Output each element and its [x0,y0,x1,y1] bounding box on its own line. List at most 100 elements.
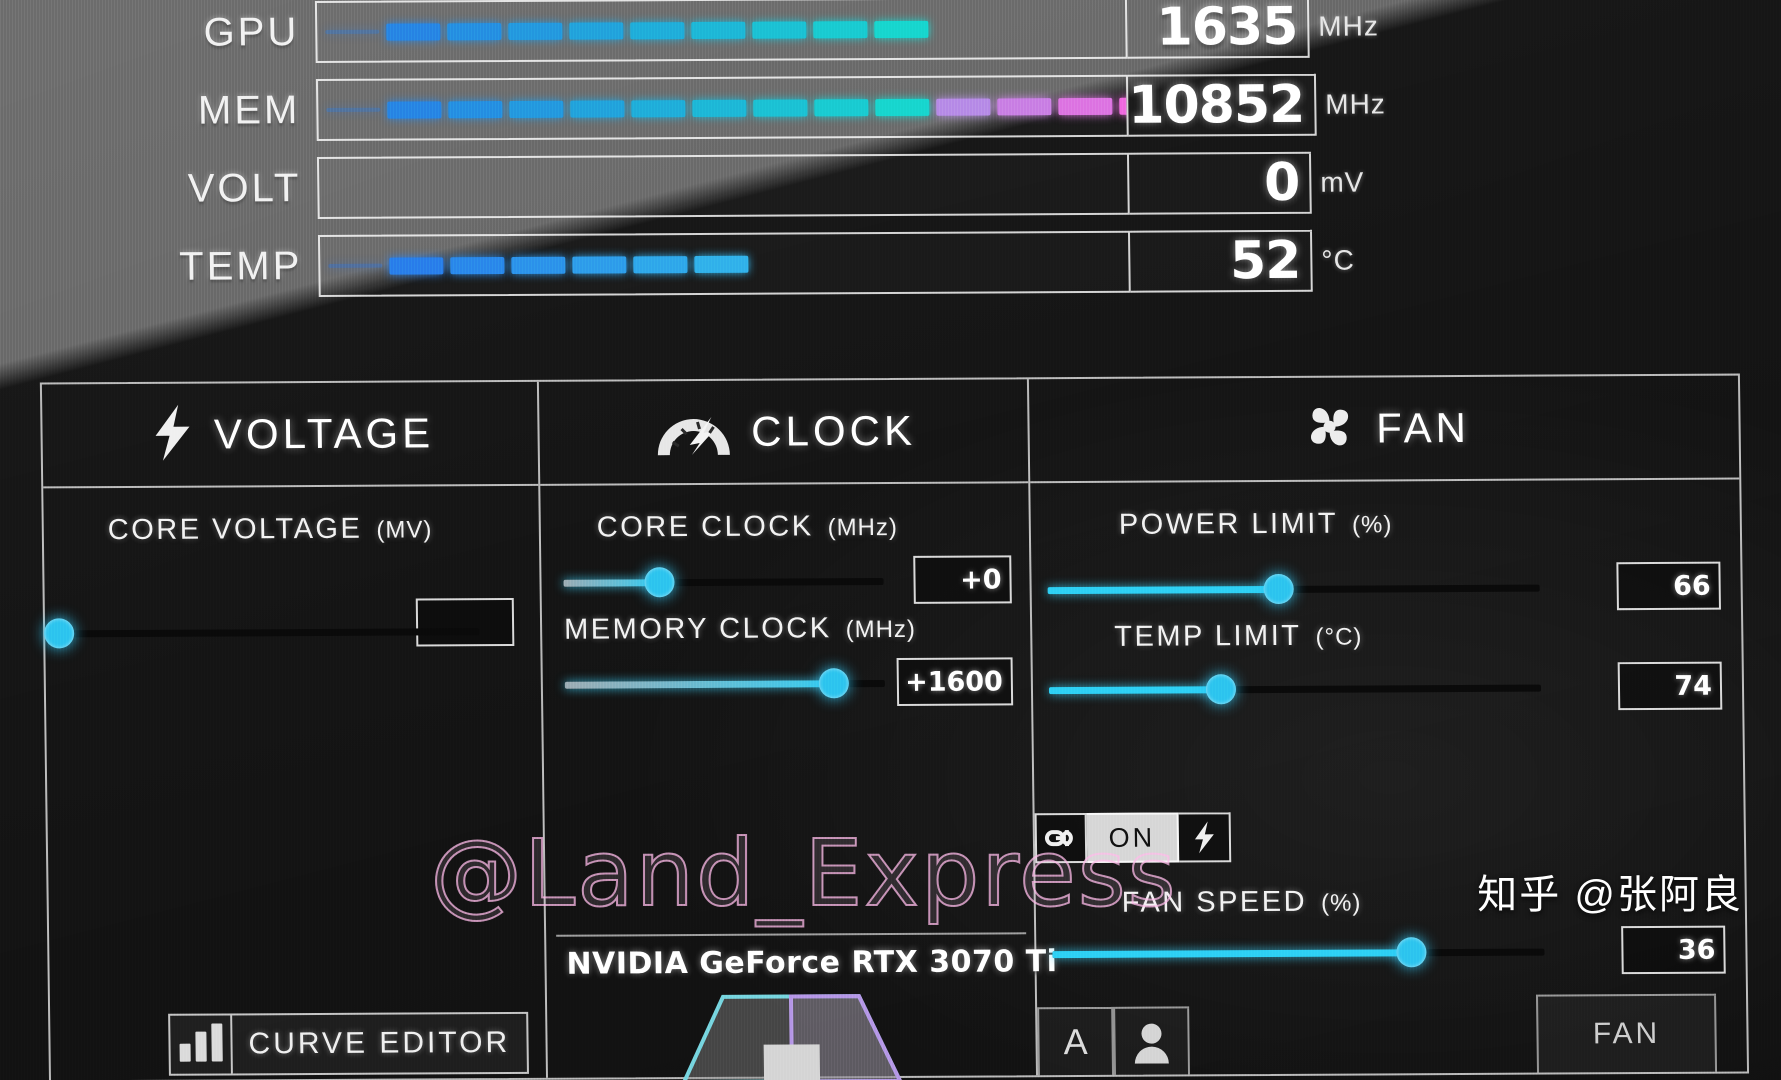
core-voltage-knob[interactable] [43,618,75,649]
curve-editor-label: CURVE EDITOR [248,1025,511,1061]
core-clock-track[interactable] [563,567,884,598]
monitor-bar-segment [508,22,563,40]
core-clock-value-box[interactable]: +0 [913,555,1012,604]
monitor-bar-segment [386,22,441,41]
core-clock-slider[interactable] [563,566,884,598]
monitor-bar-segment [447,22,502,40]
panel-clock: CLOCK CORE CLOCK (MHz) +0 MEMORY CLOCK (… [538,379,1058,1080]
monitor-bar-segment [875,98,930,116]
monitoring-rows: GPU 1635 MHz MEM 10852 MHz VOLT 0 mV TEM… [0,0,1577,309]
fan-speed-value-box[interactable]: 36 [1621,925,1726,975]
monitor-bar-segment [326,107,381,112]
memory-clock-unit: (MHz) [845,615,917,644]
core-voltage-label: CORE VOLTAGE [107,512,363,547]
monitor-bar-segment [692,99,747,117]
monitor-bar-segment [569,21,624,40]
monitor-bar-segment [1058,97,1113,115]
monitor-value-box-mem: 10852 [1127,73,1317,137]
fan-speed-slider[interactable] [1052,937,1545,970]
monitor-unit-volt: mV [1320,166,1365,198]
monitor-bar-segment [572,255,627,274]
monitor-value-mem: 10852 [1127,74,1305,136]
monitor-bar-segment [509,100,564,118]
chain-link-icon[interactable] [1034,812,1088,864]
monitor-bar-segment [1119,97,1129,115]
memory-clock-label-row: MEMORY CLOCK (MHz) [564,612,916,647]
memory-clock-slider[interactable] [564,668,885,700]
power-limit-slider[interactable] [1047,573,1540,606]
temp-limit-value-box[interactable]: 74 [1617,661,1723,711]
monitor-bar-segment [813,20,868,38]
bar-chart-icon [170,1015,233,1074]
monitor-bar-segment [389,256,444,275]
monitor-value-box-gpu: 1635 [1126,0,1310,59]
panel-voltage-header: VOLTAGE [41,381,539,489]
temp-limit-track[interactable] [1048,674,1542,705]
panel-clock-title: CLOCK [750,406,917,455]
fan-speed-unit: (%) [1320,889,1362,917]
fan-bottom-buttons: A [1037,1006,1191,1076]
monitor-bar-gpu [314,0,1128,64]
temp-limit-unit: (°C) [1315,623,1363,651]
monitor-label-temp: TEMP [178,243,303,289]
fan-icon [1298,395,1361,462]
temp-limit-knob[interactable] [1205,674,1237,705]
user-icon[interactable] [1113,1006,1191,1075]
core-voltage-slider[interactable] [43,616,480,649]
monitor-unit-gpu: MHz [1318,10,1380,42]
fan-speed-knob[interactable] [1396,937,1427,968]
power-limit-value-box[interactable]: 66 [1616,561,1721,611]
temp-limit-slider[interactable] [1048,673,1542,706]
core-clock-knob[interactable] [644,567,675,598]
core-voltage-unit: (MV) [376,516,433,544]
monitor-row-mem: MEM 10852 MHz [0,66,1575,148]
monitor-bar-segment [633,255,688,273]
memory-clock-label: MEMORY CLOCK [563,612,832,646]
monitor-bar-segment [570,99,625,118]
monitor-bar-segment [325,29,380,34]
link-state-toggle[interactable]: ON [1086,812,1180,863]
panel-fan: FAN POWER LIMIT (%) 66 TEMP LIMIT (°C) 7… [1028,375,1747,1076]
monitor-bar-segment [874,20,929,38]
core-clock-unit: (MHz) [827,513,899,542]
power-limit-knob[interactable] [1263,573,1295,605]
panel-clock-header: CLOCK [538,379,1029,486]
core-voltage-track[interactable] [43,618,480,649]
zhihu-watermark: 知乎 @张阿良 [1477,873,1743,917]
power-limit-unit: (%) [1351,511,1393,539]
lightning-bolt-icon [146,402,199,467]
auto-fan-button[interactable]: A [1037,1006,1115,1076]
power-limit-fill [1047,585,1279,594]
monitor-bar-segment [450,256,505,274]
photographed-screen: GPU 1635 MHz MEM 10852 MHz VOLT 0 mV TEM… [0,0,1781,1080]
monitor-row-volt: VOLT 0 mV [0,144,1576,226]
monitor-unit-mem: MHz [1325,88,1387,120]
panel-clock-body: CORE CLOCK (MHz) +0 MEMORY CLOCK (MHz) +… [540,483,1029,706]
fan-speed-track[interactable] [1052,937,1545,968]
panel-fan-body: POWER LIMIT (%) 66 TEMP LIMIT (°C) 74 ON… [1030,480,1740,975]
monitor-bar-segment [631,99,686,117]
curve-editor-button[interactable]: CURVE EDITOR [168,1011,529,1076]
monitor-label-gpu: GPU [203,9,300,55]
panel-voltage-title: VOLTAGE [213,409,435,458]
monitor-bar-segment [752,20,807,39]
memory-clock-value-box[interactable]: +1600 [896,657,1014,706]
core-voltage-label-row: CORE VOLTAGE (MV) [66,512,517,547]
power-limit-label-row: POWER LIMIT (%) [1053,506,1718,542]
memory-clock-knob[interactable] [818,668,849,699]
memory-clock-track[interactable] [564,668,885,699]
monitor-bar-segment [387,100,442,119]
memory-clock-fill [564,679,834,689]
lightning-bolt-icon[interactable] [1178,812,1232,863]
core-clock-label-row: CORE CLOCK (MHz) [563,509,1007,544]
monitor-label-volt: VOLT [187,165,302,211]
panel-fan-title: FAN [1375,403,1471,452]
panel-fan-header: FAN [1028,375,1740,484]
panel-voltage-body: CORE VOLTAGE (MV) [43,486,539,649]
fan-apply-button[interactable]: FAN [1536,993,1718,1073]
power-limit-track[interactable] [1047,573,1540,605]
hexagon-graphic [680,994,904,1080]
monitor-value-temp: 52 [1229,230,1301,292]
fan-speed-label: FAN SPEED [1121,885,1308,919]
fan-speed-label-row: FAN SPEED (%) [1122,886,1362,920]
